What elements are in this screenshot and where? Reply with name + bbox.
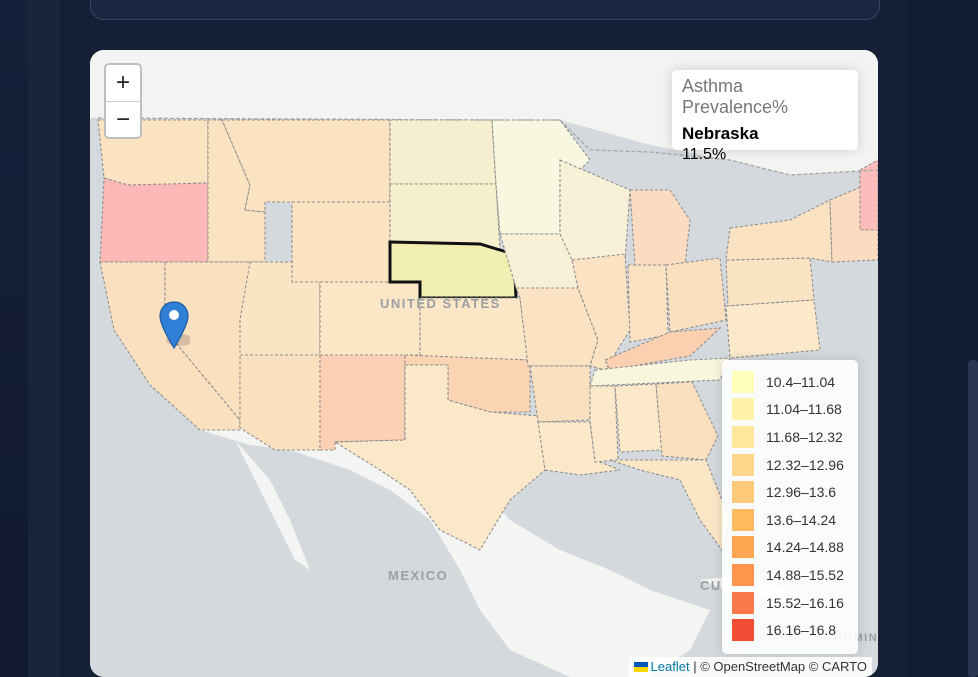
- legend-label: 11.04–11.68: [766, 401, 842, 418]
- legend-item: 10.4–11.04: [732, 368, 848, 396]
- legend-swatch: [732, 481, 754, 504]
- legend-swatch: [732, 508, 754, 531]
- legend-item: 14.24–14.88: [732, 534, 848, 562]
- legend-label: 13.6–14.24: [766, 511, 837, 528]
- zoom-in-button[interactable]: +: [106, 65, 140, 102]
- map-legend: 10.4–11.04 11.04–11.68 11.68–12.32 12.32–12…: [722, 360, 858, 654]
- legend-item: 13.6–14.24: [732, 506, 848, 534]
- legend-label: 15.52–16.16: [766, 594, 844, 611]
- legend-label: 12.32–12.96: [766, 456, 844, 473]
- legend-item: 12.32–12.96: [732, 451, 848, 479]
- legend-label: 14.88–15.52: [766, 566, 844, 583]
- legend-label: 10.4–11.04: [766, 373, 836, 390]
- choropleth-map[interactable]: UNITED STATES MEXICO CU DOMIN + − Asthma…: [90, 50, 878, 677]
- legend-swatch: [732, 619, 754, 642]
- legend-item: 14.88–15.52: [732, 561, 848, 589]
- info-state-name: Nebraska: [682, 124, 759, 143]
- zoom-control: + −: [104, 63, 142, 139]
- attribution-text: | © OpenStreetMap © CARTO: [693, 659, 867, 674]
- legend-label: 11.68–12.32: [766, 428, 843, 445]
- legend-swatch: [732, 370, 754, 393]
- label-cuba: CU: [700, 578, 722, 593]
- legend-item: 11.04–11.68: [732, 396, 848, 424]
- info-panel: Asthma Prevalence% Nebraska 11.5%: [672, 70, 858, 163]
- label-united-states: UNITED STATES: [380, 296, 501, 311]
- zoom-out-button[interactable]: −: [106, 102, 140, 138]
- legend-item: 16.16–16.8: [732, 616, 848, 644]
- info-title: Asthma Prevalence%: [682, 76, 789, 117]
- top-card: [90, 0, 880, 20]
- map-attribution: Leaflet | © OpenStreetMap © CARTO: [628, 657, 872, 677]
- leaflet-link[interactable]: Leaflet: [651, 659, 690, 674]
- map-pin-icon[interactable]: [158, 300, 194, 355]
- ukraine-flag-icon: [633, 662, 648, 672]
- page-scrollbar[interactable]: [968, 360, 978, 677]
- legend-item: 15.52–16.16: [732, 589, 848, 617]
- legend-swatch: [732, 425, 754, 448]
- legend-swatch: [732, 591, 754, 614]
- legend-swatch: [732, 398, 754, 421]
- legend-swatch: [732, 563, 754, 586]
- left-gutter: [28, 0, 60, 677]
- legend-swatch: [732, 453, 754, 476]
- legend-label: 16.16–16.8: [766, 622, 837, 639]
- legend-item: 12.96–13.6: [732, 478, 848, 506]
- label-mexico: MEXICO: [388, 568, 449, 583]
- legend-label: 12.96–13.6: [766, 484, 837, 501]
- legend-item: 11.68–12.32: [732, 423, 848, 451]
- info-state-value: 11.5%: [682, 146, 727, 163]
- legend-label: 14.24–14.88: [766, 539, 844, 556]
- legend-swatch: [732, 536, 754, 559]
